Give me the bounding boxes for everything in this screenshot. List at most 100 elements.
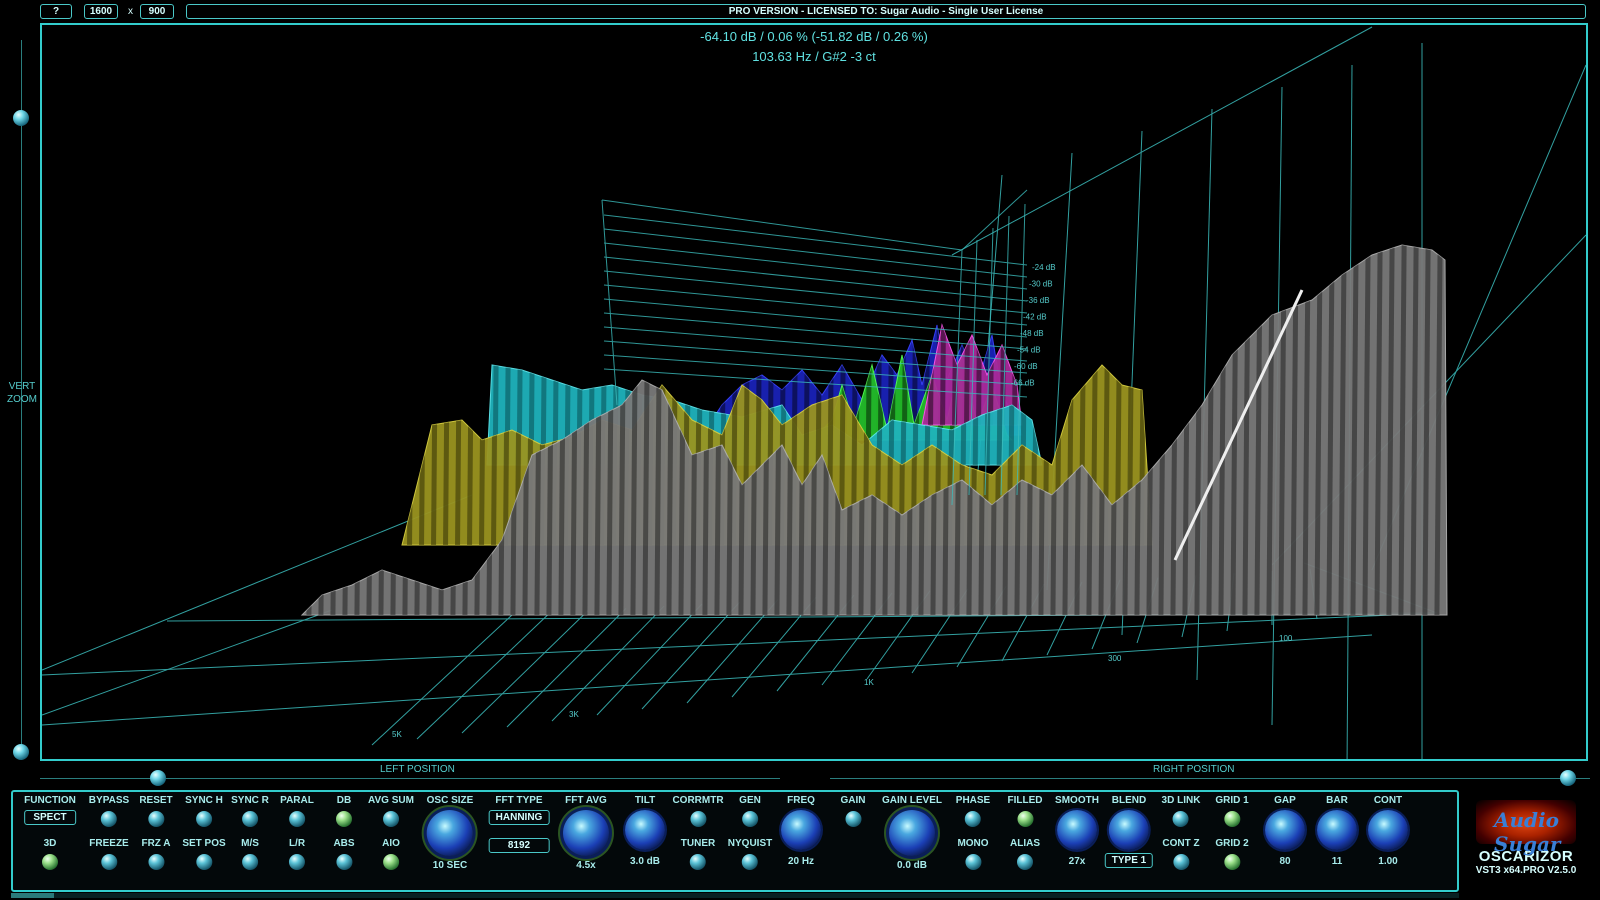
product-version: VST3 x64.PRO V2.5.0 [1475,865,1577,876]
function-selector[interactable]: SPECT [24,810,76,825]
avg-sum-button[interactable] [383,811,399,827]
grid1-button[interactable] [1224,811,1240,827]
set-pos-button[interactable] [195,854,212,870]
reset-button[interactable] [148,811,164,827]
aio-button[interactable] [383,854,399,870]
db-scale-label: -60 dB [1014,362,1038,371]
cont-label: CONT [1373,795,1403,806]
filled-button[interactable] [1017,811,1033,827]
freeze-button[interactable] [100,854,117,870]
paral-label: PARAL [280,795,314,806]
ms-button[interactable] [242,854,258,870]
sync-r-button[interactable] [241,811,258,827]
bypass-button[interactable] [100,811,117,827]
right-position-track[interactable] [830,778,1590,779]
nyquist-button[interactable] [741,854,758,870]
frequency-scale-label: 1K [864,678,874,687]
db-scale-label: -54 dB [1017,346,1041,355]
sync-h-button[interactable] [195,811,212,827]
grid2-button[interactable] [1224,854,1240,870]
db-scale-label: -48 dB [1020,329,1044,338]
size-separator: x [128,6,133,17]
alias-button[interactable] [1017,854,1033,870]
abs-button[interactable] [336,854,352,870]
link-3d-label: 3D LINK [1161,795,1201,806]
grid2-label: GRID 2 [1215,838,1249,849]
mode-3d-button[interactable] [42,854,58,870]
filled-label: FILLED [1007,795,1043,806]
fft-type-selector[interactable]: HANNING [488,810,550,825]
freq-knob[interactable] [781,810,821,850]
tuner-button[interactable] [689,854,706,870]
paral-button[interactable] [288,811,305,827]
freq-value: 20 Hz [787,856,815,867]
vert-zoom-bottom-handle[interactable] [13,744,29,760]
smooth-value: 27x [1068,856,1086,867]
sync-r-label: SYNC R [231,795,269,806]
gain-level-knob[interactable] [888,810,935,856]
fft-avg-label: FFT AVG [565,795,607,806]
cont-z-button[interactable] [1173,854,1189,870]
spectrum-3d-view[interactable]: -64.10 dB / 0.06 % (-51.82 dB / 0.26 %) … [40,23,1588,761]
frz-a-button[interactable] [147,854,164,870]
width-field[interactable]: 1600 [84,4,118,19]
frequency-scale-label: 300 [1108,654,1122,663]
right-position-label: RIGHT POSITION [1153,764,1235,775]
gen-button[interactable] [741,811,758,827]
osc-size-knob[interactable] [427,810,473,856]
gain-button[interactable] [845,811,861,827]
fft-size-selector[interactable]: 8192 [488,838,550,853]
bar-value: 11 [1331,856,1343,867]
gap-knob[interactable] [1265,810,1305,850]
ms-label: M/S [241,838,259,849]
right-position-handle[interactable] [1560,770,1576,786]
gain-level-value: 0.0 dB [896,860,928,871]
mono-button[interactable] [964,854,981,870]
left-position-handle[interactable] [150,770,166,786]
link-3d-button[interactable] [1173,811,1189,827]
smooth-label: SMOOTH [1055,795,1099,806]
function-label: FUNCTION [24,795,76,806]
tilt-knob[interactable] [625,810,665,850]
db-button[interactable] [336,811,352,827]
lr-button[interactable] [288,854,305,870]
osc-size-label: OSC SIZE [426,795,474,806]
db-scale-label: -42 dB [1023,313,1047,322]
avg-sum-label: AVG SUM [368,795,414,806]
bypass-label: BYPASS [88,795,130,806]
db-label: DB [336,795,352,806]
fft-avg-knob[interactable] [563,810,609,856]
gain-label: GAIN [840,795,866,806]
height-field[interactable]: 900 [140,4,174,19]
blend-label: BLEND [1111,795,1147,806]
fft-avg-value: 4.5x [576,860,596,871]
spectrum-3d-graphic: -24 dB -30 dB -36 dB -42 dB -48 dB -54 dB -60 … [42,26,1586,759]
function-control: FUNCTION SPECT [24,795,76,825]
smooth-knob[interactable] [1056,810,1097,850]
left-position-label: LEFT POSITION [380,764,455,775]
mode-3d-label: 3D [43,838,57,849]
blend-type-selector[interactable]: TYPE 1 [1104,853,1154,868]
gap-value: 80 [1279,856,1291,867]
help-button[interactable]: ? [40,4,72,19]
osc-size-value: 10 SEC [432,860,468,871]
lr-label: L/R [288,838,306,849]
tuner-label: TUNER [680,838,716,849]
progress-bar [11,893,1459,898]
tilt-value: 3.0 dB [629,856,660,867]
alias-label: ALIAS [1010,838,1040,849]
vert-zoom-label: VERT ZOOM [7,381,37,405]
freq-label: FREQ [787,795,815,806]
control-panel: FUNCTION SPECT 3D BYPASS FREEZE RESET FR… [11,790,1459,892]
aio-label: AIO [382,838,400,849]
gap-label: GAP [1274,795,1296,806]
frequency-scale-label: 3K [569,710,579,719]
cont-knob[interactable] [1368,810,1408,850]
corrmtr-button[interactable] [689,811,706,827]
bar-knob[interactable] [1317,810,1357,850]
blend-knob[interactable] [1109,810,1149,850]
sugar-audio-logo: Audio Sugar [1476,800,1576,856]
vert-zoom-top-handle[interactable] [13,110,29,126]
fft-type-label: FFT TYPE [495,795,543,806]
phase-button[interactable] [964,811,981,827]
